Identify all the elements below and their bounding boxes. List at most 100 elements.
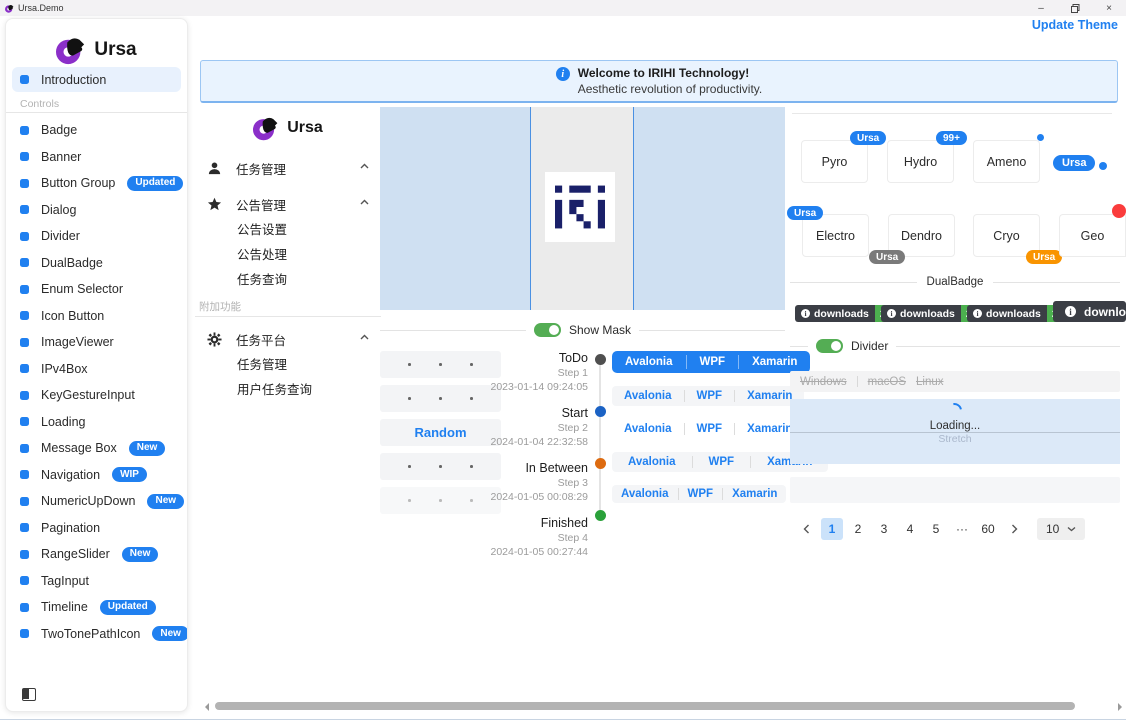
sidebar-item-timeline[interactable]: TimelineUpdated (6, 594, 187, 621)
info-icon: i (973, 309, 982, 318)
menu-group-announcement[interactable]: 公告管理 (195, 190, 381, 218)
scrollbar-thumb[interactable] (215, 702, 1075, 710)
prev-page-button[interactable] (795, 518, 817, 540)
bullet-icon (20, 576, 29, 585)
chevron-right-icon (1011, 524, 1018, 534)
tab-linux[interactable]: Linux (916, 376, 944, 388)
xamarin-button[interactable]: Xamarin (739, 351, 810, 373)
divider-label: Divider (851, 339, 888, 353)
badge-card-hydro: Hydro (887, 140, 954, 183)
ursa-badge-gray: Ursa (869, 250, 905, 264)
sidebar-collapse-icon[interactable] (22, 688, 36, 701)
dualbadge-divider: DualBadge (790, 276, 1120, 288)
divider-line (380, 330, 526, 331)
menu-group-task-platform[interactable]: 任务平台 (195, 325, 381, 353)
wpf-button[interactable]: WPF (685, 419, 735, 439)
xamarin-button[interactable]: Xamarin (723, 485, 786, 503)
sidebar-item-ipv4box[interactable]: IPv4Box (6, 356, 187, 383)
page-button-60[interactable]: 60 (977, 518, 999, 540)
star-icon (207, 197, 222, 212)
sidebar-logo-text: Ursa (94, 39, 136, 61)
demo-menu: Ursa 任务管理 公告管理 公告设置 公告处理 任务查询 附加功能 任务平台 … (195, 104, 381, 403)
menu-item-user-task-query[interactable]: 用户任务查询 (195, 378, 381, 403)
sidebar-item-badge[interactable]: Badge (6, 117, 187, 144)
menu-item-announcement-handling[interactable]: 公告处理 (195, 243, 381, 268)
sidebar-item-taginput[interactable]: TagInput (6, 568, 187, 595)
page-size-select[interactable]: 10 (1037, 518, 1085, 540)
count-badge: 99+ (936, 131, 967, 145)
bullet-icon (20, 205, 29, 214)
page-button-2[interactable]: 2 (847, 518, 869, 540)
avalonia-button[interactable]: Avalonia (612, 452, 692, 472)
dualbadge-downloads-large: idownloads (1053, 301, 1126, 322)
button-group-compact: Avalonia WPF Xamarin (612, 485, 786, 503)
bullet-icon (20, 152, 29, 161)
scroll-right-arrow[interactable] (1118, 703, 1122, 711)
sidebar-item-divider[interactable]: Divider (6, 223, 187, 250)
close-button[interactable]: × (1092, 0, 1126, 16)
ursa-badge-orange: Ursa (1026, 250, 1062, 264)
page-button-3[interactable]: 3 (873, 518, 895, 540)
chevron-up-icon (360, 163, 369, 169)
sidebar-item-loading[interactable]: Loading (6, 409, 187, 436)
sidebar-item-dialog[interactable]: Dialog (6, 197, 187, 224)
minimize-button[interactable]: – (1024, 0, 1058, 16)
viewer-mask-right (633, 107, 785, 310)
menu-item-task-query[interactable]: 任务查询 (195, 268, 381, 293)
button-group-borderless: Avalonia WPF Xamarin (612, 419, 804, 439)
menu-item-announcement-settings[interactable]: 公告设置 (195, 218, 381, 243)
sidebar-item-rangeslider[interactable]: RangeSliderNew (6, 541, 187, 568)
dot-badge (1099, 162, 1107, 170)
divider-toggle[interactable] (816, 339, 843, 353)
bullet-icon (20, 258, 29, 267)
sidebar-item-twotonepathicon[interactable]: TwoTonePathIconNew (6, 621, 187, 648)
sidebar-item-button-group[interactable]: Button GroupUpdated (6, 170, 187, 197)
badge-card-ameno: Ameno (973, 140, 1040, 183)
page-button-5[interactable]: 5 (925, 518, 947, 540)
maximize-button[interactable] (1058, 0, 1092, 16)
sidebar-item-navigation[interactable]: NavigationWIP (6, 462, 187, 489)
wpf-button[interactable]: WPF (685, 386, 735, 406)
sidebar-section-controls: Controls (6, 98, 187, 110)
timeline-dot-finished (595, 510, 606, 521)
sidebar-item-message-box[interactable]: Message BoxNew (6, 435, 187, 462)
wpf-button[interactable]: WPF (693, 452, 751, 472)
sidebar-item-enum-selector[interactable]: Enum Selector (6, 276, 187, 303)
next-page-button[interactable] (1003, 518, 1025, 540)
window-title: Ursa.Demo (18, 3, 64, 13)
page-button-4[interactable]: 4 (899, 518, 921, 540)
avalonia-button[interactable]: Avalonia (612, 485, 678, 503)
avalonia-button[interactable]: Avalonia (612, 386, 684, 406)
sidebar-item-numericupdown[interactable]: NumericUpDownNew (6, 488, 187, 515)
sidebar-item-banner[interactable]: Banner (6, 144, 187, 171)
tab-windows[interactable]: Windows (800, 376, 847, 388)
menu-group-task-management[interactable]: 任务管理 (195, 154, 381, 182)
app-window: Ursa.Demo – × Update Theme Ursa Introduc… (0, 0, 1126, 720)
avalonia-button[interactable]: Avalonia (612, 351, 686, 373)
bullet-icon (20, 391, 29, 400)
sidebar-item-imageviewer[interactable]: ImageViewer (6, 329, 187, 356)
info-icon: i (1065, 306, 1076, 317)
sidebar-item-introduction[interactable]: Introduction (12, 67, 181, 92)
timeline-item-start: Start Step 2 2024-01-04 22:32:58 (455, 406, 610, 448)
info-icon: i (801, 309, 810, 318)
sidebar-item-icon-button[interactable]: Icon Button (6, 303, 187, 330)
tab-separator (857, 376, 858, 387)
sidebar-item-pagination[interactable]: Pagination (6, 515, 187, 542)
scroll-left-arrow[interactable] (205, 703, 209, 711)
sidebar-item-keygestureinput[interactable]: KeyGestureInput (6, 382, 187, 409)
update-theme-button[interactable]: Update Theme (1032, 18, 1118, 32)
show-mask-toggle[interactable] (534, 323, 561, 337)
tab-macos[interactable]: macOS (868, 376, 906, 388)
divider-line (639, 330, 785, 331)
image-viewer[interactable] (380, 107, 785, 310)
page-button-1[interactable]: 1 (821, 518, 843, 540)
page-ellipsis[interactable]: ··· (951, 518, 973, 540)
button-group-soft: Avalonia WPF Xamarin (612, 386, 804, 406)
status-badge: Updated (127, 176, 183, 191)
menu-item-task-management[interactable]: 任务管理 (195, 353, 381, 378)
avalonia-button[interactable]: Avalonia (612, 419, 684, 439)
wpf-button[interactable]: WPF (679, 485, 723, 503)
sidebar-item-dualbadge[interactable]: DualBadge (6, 250, 187, 277)
wpf-button[interactable]: WPF (687, 351, 739, 373)
